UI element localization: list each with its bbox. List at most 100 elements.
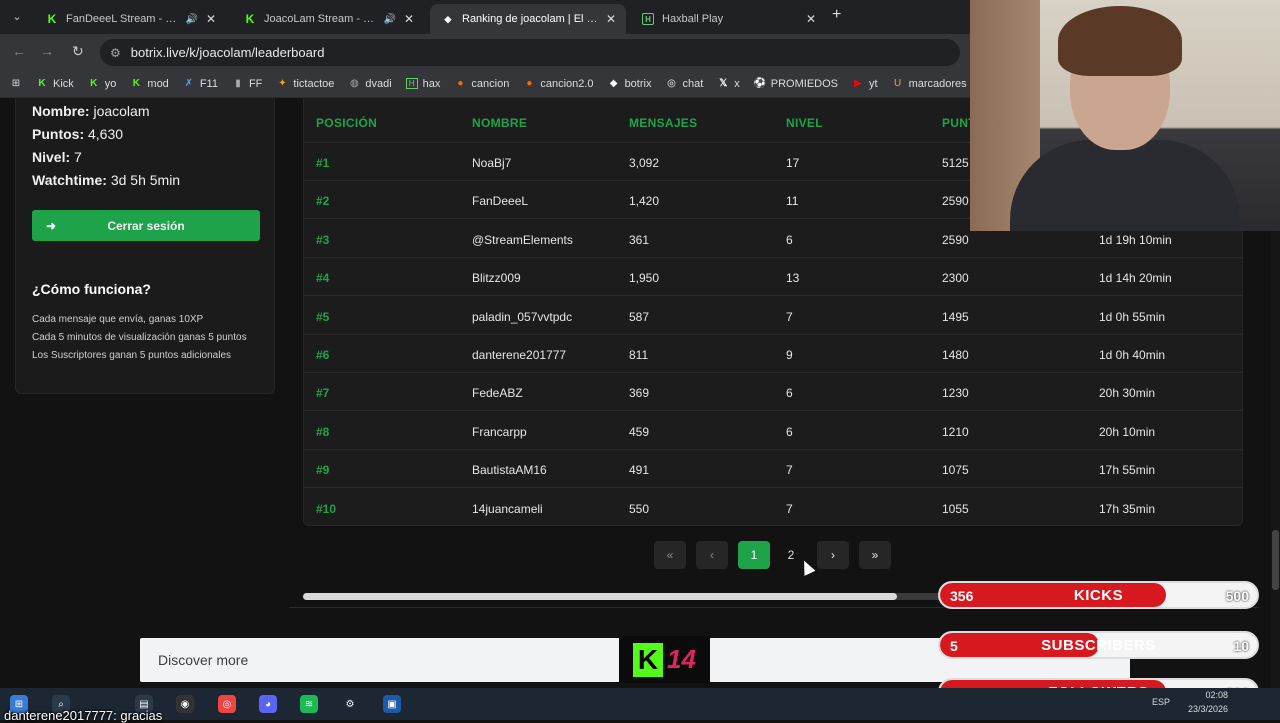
watchtime-cell: 1d 0h 40min bbox=[1099, 348, 1166, 362]
rule-text: Los Suscriptores ganan 5 puntos adiciona… bbox=[32, 350, 232, 361]
bookmark-yo[interactable]: Kyo bbox=[88, 78, 116, 90]
name-cell: danterene201777 bbox=[472, 348, 567, 362]
page-1-button[interactable]: 1 bbox=[738, 541, 770, 569]
next-page-button[interactable]: › bbox=[817, 541, 849, 569]
watchtime-cell: 1d 14h 20min bbox=[1099, 271, 1172, 286]
k14-logo: K 14 bbox=[619, 636, 710, 683]
bookmark-hax[interactable]: Hhax bbox=[405, 77, 441, 90]
name-cell: @StreamElements bbox=[472, 232, 573, 247]
header-name[interactable]: NOMBRE bbox=[472, 116, 527, 130]
system-clock[interactable]: 02:08 23/3/2026 bbox=[1188, 688, 1228, 716]
tab-fandeeel[interactable]: K FanDeeeL Stream - Kick Da 🔊 ✕ bbox=[34, 4, 226, 34]
bookmark-label: FF bbox=[248, 77, 263, 90]
bookmark-kick[interactable]: K Kick bbox=[36, 78, 73, 90]
bookmark-label: hax bbox=[422, 77, 441, 90]
bookmark-label: F11 bbox=[199, 77, 218, 90]
tab-title: FanDeeeL Stream - Kick Da bbox=[66, 13, 177, 25]
bookmark-marcadores[interactable]: Umarcadores bbox=[892, 78, 967, 90]
messages-cell: 1,950 bbox=[629, 271, 660, 286]
bookmark-mod[interactable]: Kmod bbox=[130, 77, 169, 90]
kick-icon: K bbox=[38, 78, 46, 89]
close-icon[interactable]: ✕ bbox=[206, 12, 216, 26]
goal-max: 500 bbox=[1225, 588, 1249, 604]
logout-button[interactable]: ➜ Cerrar sesión bbox=[32, 210, 260, 241]
tab-search-chevron-icon[interactable]: ⌄ bbox=[6, 6, 28, 28]
bookmark-yt[interactable]: ▶ yt bbox=[852, 78, 877, 90]
bookmark-botrix[interactable]: ◆ botrix bbox=[608, 78, 652, 90]
bookmark-dvadi[interactable]: ◍ dvadi bbox=[348, 78, 392, 90]
name-cell: Francarpp bbox=[472, 424, 527, 439]
name-value: joacolam bbox=[93, 103, 150, 119]
logo-letter: K bbox=[633, 642, 664, 677]
bookmark-cancion2[interactable]: ● cancion2.0 bbox=[523, 78, 593, 90]
close-icon[interactable]: ✕ bbox=[404, 12, 414, 26]
level-cell: 6 bbox=[786, 386, 793, 401]
points-cell: 1075 bbox=[942, 463, 969, 478]
chrome-icon[interactable]: ◎ bbox=[218, 695, 236, 713]
points-label: Puntos: bbox=[32, 126, 85, 142]
profile-watchtime: Watchtime: 3d 5h 5min bbox=[32, 172, 180, 188]
chevron-left-icon: ‹ bbox=[710, 548, 714, 562]
x-logo-icon: 𝕏 bbox=[719, 78, 728, 89]
first-page-button[interactable]: « bbox=[654, 541, 686, 569]
tab-joacolam-stream[interactable]: K JoacoLam Stream - Kick Da 🔊 ✕ bbox=[232, 4, 424, 34]
points-cell: 1480 bbox=[942, 348, 969, 362]
scrollbar-thumb[interactable] bbox=[303, 593, 897, 600]
name-cell: BautistaAM16 bbox=[472, 463, 547, 478]
rule-text: Cada mensaje que envía, ganas 10XP bbox=[32, 314, 204, 325]
tab-title: JoacoLam Stream - Kick Da bbox=[264, 13, 375, 25]
tab-ranking[interactable]: ◆ Ranking de joacolam | El mejor ✕ bbox=[430, 4, 626, 34]
watchtime-cell: 20h 10min bbox=[1099, 424, 1156, 439]
points-cell: 1210 bbox=[942, 424, 969, 439]
chevron-right-icon: › bbox=[831, 548, 835, 562]
steam-icon[interactable]: ⚙ bbox=[341, 695, 359, 713]
spotify-icon[interactable]: ≋ bbox=[300, 695, 318, 713]
level-cell: 6 bbox=[786, 232, 793, 247]
level-cell: 9 bbox=[786, 348, 793, 362]
bookmark-label: x bbox=[734, 77, 740, 90]
close-icon[interactable]: ✕ bbox=[806, 12, 816, 26]
last-page-icon: » bbox=[871, 548, 879, 562]
bookmark-cancion[interactable]: ● cancion bbox=[454, 78, 509, 90]
position-cell: #5 bbox=[316, 309, 330, 324]
kick-icon: K bbox=[90, 78, 98, 89]
bookmark-tictactoe[interactable]: ✦ tictactoe bbox=[276, 78, 334, 90]
obs-icon[interactable]: ◉ bbox=[176, 695, 194, 713]
tab-haxball[interactable]: H Haxball Play ✕ bbox=[630, 4, 826, 34]
level-cell: 11 bbox=[786, 194, 799, 209]
back-arrow-icon[interactable]: ← bbox=[12, 43, 26, 59]
messages-cell: 3,092 bbox=[629, 156, 660, 170]
level-cell: 7 bbox=[786, 463, 793, 478]
last-page-button[interactable]: » bbox=[859, 541, 891, 569]
reload-icon[interactable]: ↻ bbox=[72, 43, 84, 60]
header-level[interactable]: NIVEL bbox=[786, 116, 823, 130]
close-icon[interactable]: ✕ bbox=[606, 12, 616, 26]
app-icon[interactable]: ▣ bbox=[383, 695, 401, 713]
keyboard-language[interactable]: ESP bbox=[1152, 697, 1170, 707]
haxball-icon: H bbox=[405, 78, 418, 89]
site-info-icon[interactable]: ⚙ bbox=[110, 46, 121, 60]
messages-cell: 587 bbox=[629, 309, 650, 324]
prev-page-button[interactable]: ‹ bbox=[696, 541, 728, 569]
bookmark-label: mod bbox=[147, 77, 169, 90]
address-bar[interactable]: ⚙ botrix.live/k/joacolam/leaderboard bbox=[100, 39, 960, 66]
header-messages[interactable]: MENSAJES bbox=[629, 116, 697, 130]
bookmark-f11[interactable]: ✗ F11 bbox=[183, 78, 218, 90]
new-tab-plus-icon[interactable]: + bbox=[832, 6, 841, 24]
page-number: 1 bbox=[750, 548, 758, 562]
bookmark-x[interactable]: 𝕏x bbox=[717, 78, 740, 90]
discord-icon[interactable]: ◕ bbox=[259, 695, 277, 713]
apps-grid-icon[interactable]: ⊞ bbox=[10, 78, 22, 89]
points-cell: 1495 bbox=[942, 309, 969, 324]
url-text: botrix.live/k/joacolam/leaderboard bbox=[130, 45, 325, 60]
kick-icon: K bbox=[245, 12, 255, 26]
bookmark-chat[interactable]: ◎ chat bbox=[665, 78, 703, 90]
speaker-icon[interactable]: 🔊 bbox=[383, 14, 395, 25]
level-value: 7 bbox=[74, 149, 82, 165]
scrollbar-thumb[interactable] bbox=[1272, 530, 1279, 590]
header-position[interactable]: POSICIÓN bbox=[316, 116, 377, 130]
forward-arrow-icon[interactable]: → bbox=[40, 43, 54, 59]
speaker-icon[interactable]: 🔊 bbox=[185, 14, 197, 25]
bookmark-ff[interactable]: ▮ FF bbox=[232, 78, 262, 90]
bookmark-promiedos[interactable]: ⚽ PROMIEDOS bbox=[754, 78, 838, 90]
